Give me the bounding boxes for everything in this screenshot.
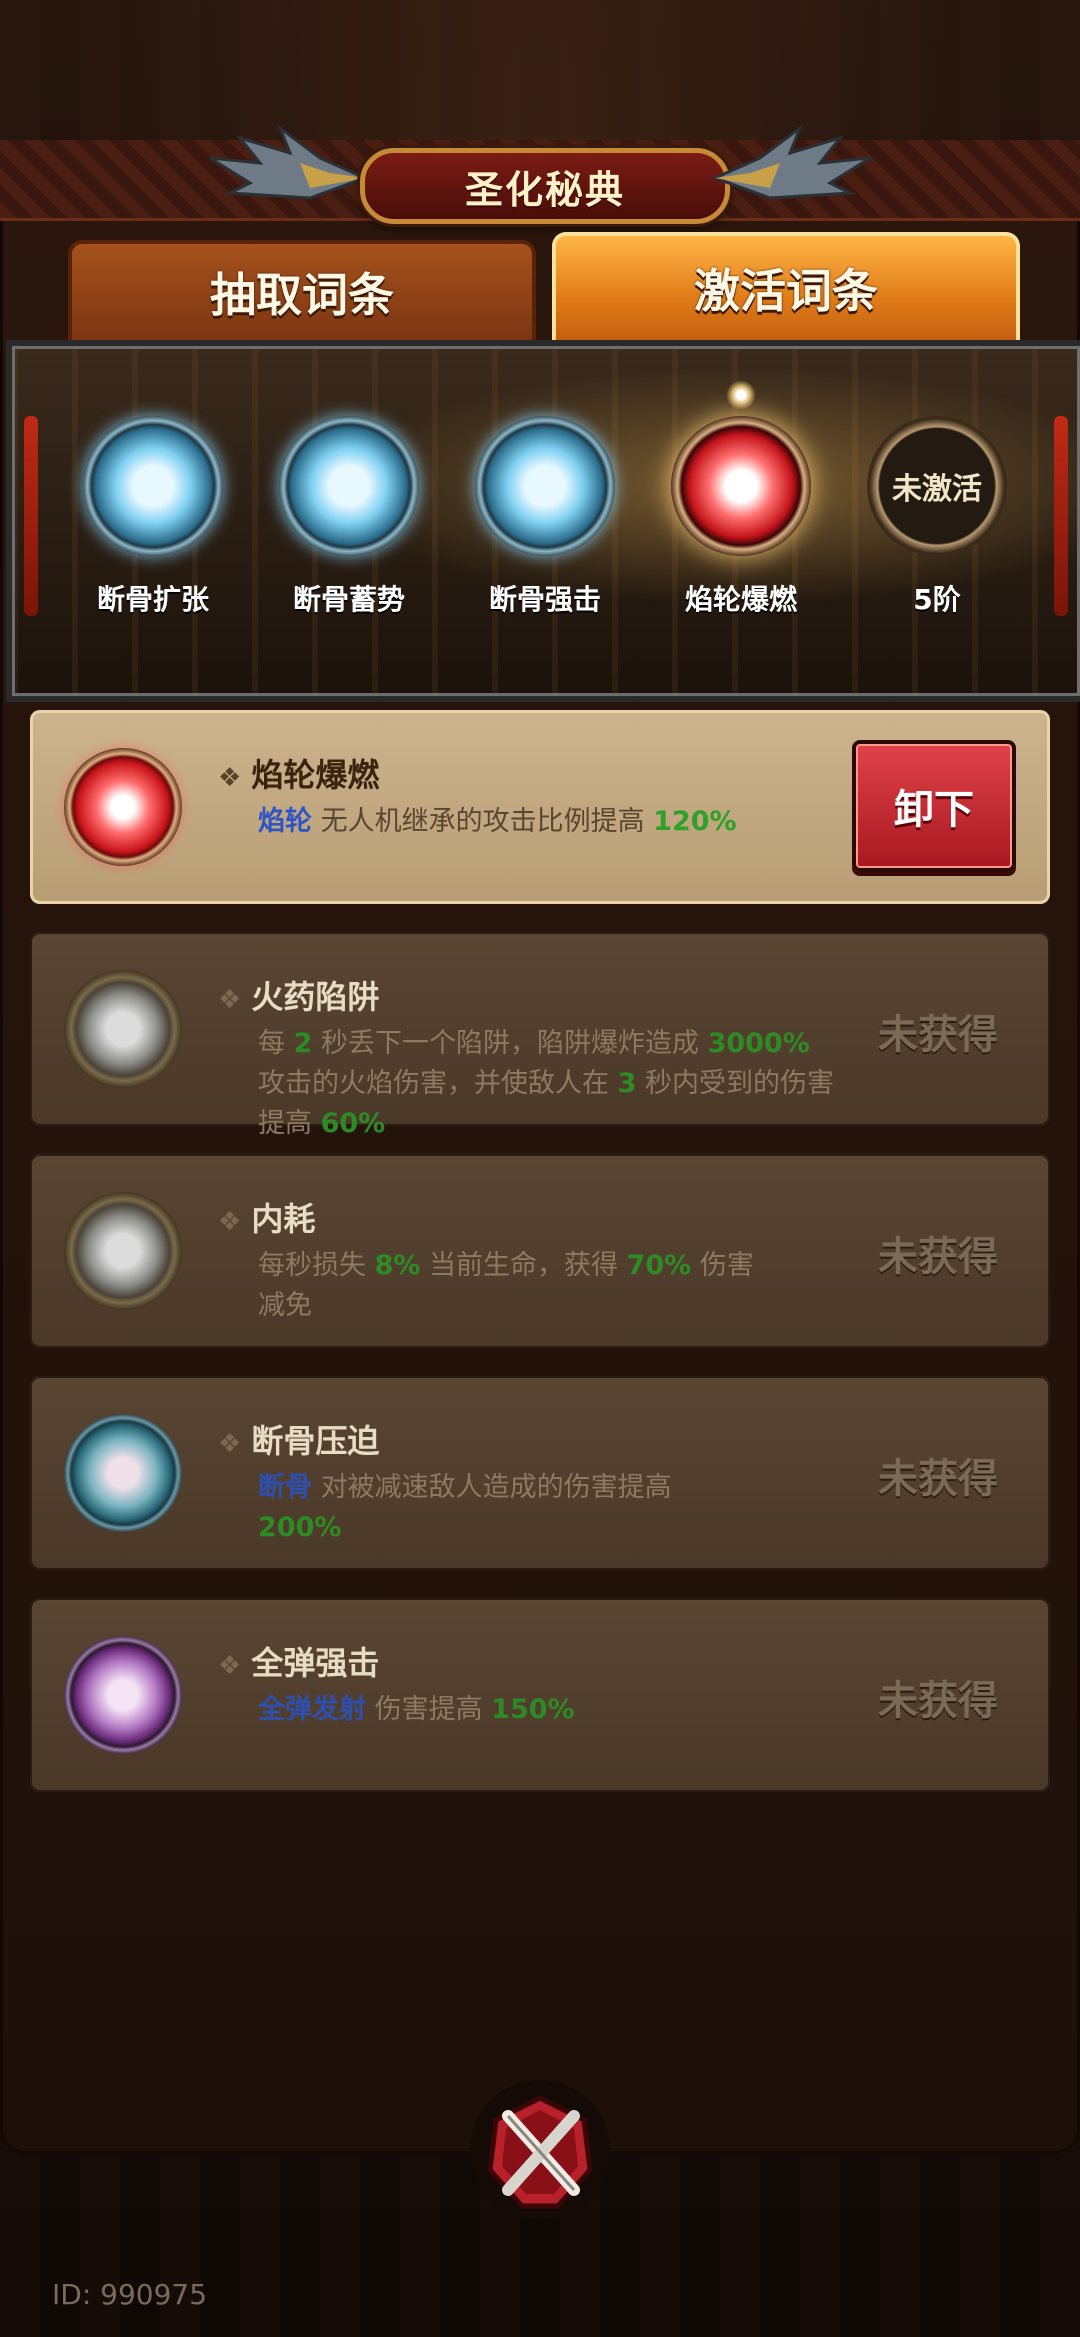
skill-slot-label: 5阶 <box>913 583 961 616</box>
active-skill-strip: 断骨扩张 断骨蓄势 断骨强击 焰轮爆燃 未激活 5阶 <box>6 340 1080 702</box>
affix-name: ❖ 火药陷阱 <box>218 972 379 1018</box>
skill-tag: 焰轮 <box>258 806 312 837</box>
stat-value: 120% <box>653 806 737 837</box>
affix-name-text: 全弹强击 <box>251 1644 380 1682</box>
page-title: 圣化秘典 <box>360 148 730 224</box>
skill-tag: 全弹发射 <box>258 1694 366 1725</box>
affix-name: ❖ 内耗 <box>218 1194 315 1240</box>
affix-name: ❖ 焰轮爆燃 <box>218 750 379 796</box>
desc-text: 伤害提高 <box>366 1694 492 1725</box>
blue-orb-icon <box>475 416 615 556</box>
affix-name: ❖ 断骨压迫 <box>218 1416 379 1462</box>
status-badge: 未获得 <box>878 1012 998 1058</box>
affix-name: ❖ 全弹强击 <box>218 1638 379 1684</box>
diamond-bullet-icon: ❖ <box>218 1651 242 1681</box>
teal-orb-icon <box>64 1414 182 1532</box>
affix-card[interactable]: ❖ 内耗 每秒损失 8% 当前生命，获得 70% 伤害减免 未获得 <box>30 1154 1050 1348</box>
crossed-swords-close-icon[interactable] <box>462 2080 618 2230</box>
skill-tag: 断骨 <box>258 1472 312 1503</box>
affix-card[interactable]: ❖ 焰轮爆燃 焰轮 无人机继承的攻击比例提高 120% 卸下 <box>30 710 1050 904</box>
desc-text: 每秒损失 <box>258 1250 375 1281</box>
tab-draw-affix[interactable]: 抽取词条 <box>68 240 536 340</box>
skill-slot-5-locked[interactable]: 未激活 5阶 <box>852 416 1022 618</box>
affix-description: 每秒损失 8% 当前生命，获得 70% 伤害减免 <box>258 1246 778 1326</box>
player-id: ID: 990975 <box>52 2278 208 2311</box>
affix-description: 每 2 秒丢下一个陷阱，陷阱爆炸造成 3000% 攻击的火焰伤害，并使敌人在 3… <box>258 1024 838 1144</box>
purple-orb-icon <box>64 1636 182 1754</box>
affix-description: 断骨 对被减速敌人造成的伤害提高 200% <box>258 1468 738 1548</box>
grey-orb-icon <box>64 1192 182 1310</box>
desc-text: 无人机继承的攻击比例提高 <box>312 806 654 837</box>
stat-value: 70% <box>626 1250 692 1281</box>
blue-orb-icon <box>279 416 419 556</box>
skill-slot-label: 断骨强击 <box>488 583 601 616</box>
affix-name-text: 焰轮爆燃 <box>251 756 380 794</box>
affix-card[interactable]: ❖ 火药陷阱 每 2 秒丢下一个陷阱，陷阱爆炸造成 3000% 攻击的火焰伤害，并… <box>30 932 1050 1139</box>
status-badge: 未获得 <box>878 1234 998 1280</box>
skill-slot-2[interactable]: 断骨蓄势 <box>264 416 434 618</box>
skill-slot-4-selected[interactable]: 焰轮爆燃 <box>656 380 826 618</box>
grey-orb-icon <box>64 970 182 1088</box>
strip-left-ornament <box>24 416 38 616</box>
title-banner: 圣化秘典 <box>200 118 880 228</box>
red-orb-icon <box>671 416 811 556</box>
wing-left-icon <box>209 123 370 200</box>
desc-text: 对被减速敌人造成的伤害提高 <box>312 1472 672 1503</box>
skill-slot-label: 断骨蓄势 <box>292 583 405 616</box>
desc-text: 攻击的火焰伤害，并使敌人在 <box>258 1068 618 1099</box>
skill-slot-label: 断骨扩张 <box>96 583 209 616</box>
blue-orb-icon <box>83 416 223 556</box>
affix-name-text: 内耗 <box>251 1200 316 1238</box>
stat-value: 150% <box>491 1694 575 1725</box>
diamond-bullet-icon: ❖ <box>218 1207 242 1237</box>
status-badge: 未获得 <box>878 1678 998 1724</box>
skill-slot-1[interactable]: 断骨扩张 <box>68 416 238 618</box>
diamond-bullet-icon: ❖ <box>218 985 242 1015</box>
affix-description: 全弹发射 伤害提高 150% <box>258 1690 838 1730</box>
diamond-bullet-icon: ❖ <box>218 1429 242 1459</box>
desc-text: 当前生命，获得 <box>420 1250 627 1281</box>
locked-slot-ring: 未激活 <box>867 416 1007 556</box>
stat-value: 2 <box>293 1028 313 1059</box>
stat-value: 3 <box>617 1068 637 1099</box>
wing-right-icon <box>710 123 871 200</box>
skill-slot-label: 焰轮爆燃 <box>684 583 797 616</box>
stat-value: 3000% <box>707 1028 810 1059</box>
affix-description: 焰轮 无人机继承的攻击比例提高 120% <box>258 802 838 842</box>
stat-value: 200% <box>258 1512 342 1543</box>
unequip-button[interactable]: 卸下 <box>852 740 1016 872</box>
skill-slot-3[interactable]: 断骨强击 <box>460 416 630 618</box>
status-badge: 未获得 <box>878 1456 998 1502</box>
affix-card[interactable]: ❖ 断骨压迫 断骨 对被减速敌人造成的伤害提高 200% 未获得 <box>30 1376 1050 1570</box>
desc-text: 秒丢下一个陷阱，陷阱爆炸造成 <box>312 1028 708 1059</box>
affix-name-text: 断骨压迫 <box>251 1422 380 1460</box>
tab-activate-affix[interactable]: 激活词条 <box>552 232 1020 340</box>
stat-value: 8% <box>374 1250 421 1281</box>
diamond-bullet-icon: ❖ <box>218 763 242 793</box>
affix-card[interactable]: ❖ 全弹强击 全弹发射 伤害提高 150% 未获得 <box>30 1598 1050 1792</box>
red-orb-icon <box>64 748 182 866</box>
affix-name-text: 火药陷阱 <box>251 978 380 1016</box>
stat-value: 60% <box>320 1108 386 1139</box>
strip-right-ornament <box>1054 416 1068 616</box>
desc-text: 每 <box>258 1028 294 1059</box>
